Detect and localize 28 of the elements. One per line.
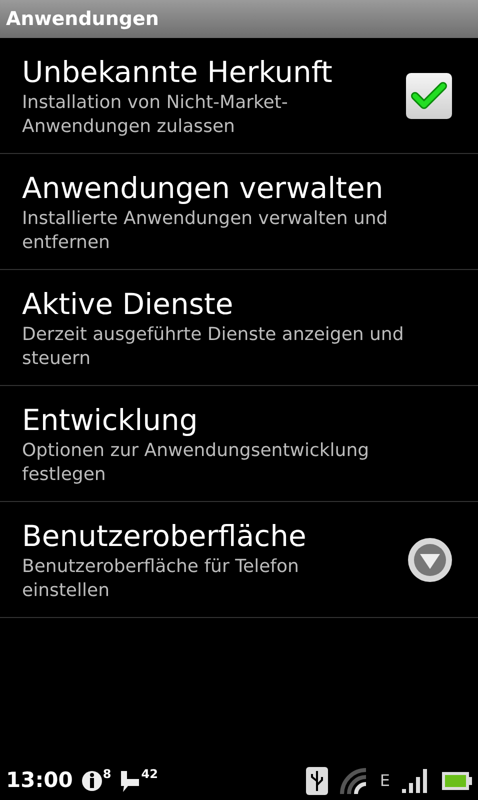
wifi-icon [340,768,368,794]
clock-time: 13:00 [6,767,73,794]
item-title: Entwicklung [22,402,199,438]
usb-icon [306,767,328,795]
settings-item[interactable]: Aktive Dienste Derzeit ausgeführte Dienste anzeigen und steuern [0,270,478,386]
message-icon [119,768,142,794]
item-summary: Installation von Nicht-Market-Anwendungen zulassen [22,90,289,138]
settings-item[interactable]: Anwendungen verwalten Installierte Anwendungen verwalten und entfernen [0,154,478,270]
dropdown-icon[interactable] [408,538,452,582]
info-icon [80,768,103,794]
window-title: Anwendungen [6,6,159,32]
item-title: Unbekannte Herkunft [22,54,334,90]
network-type: E [380,770,390,792]
item-summary: Optionen zur Anwendungsentwicklung festlegen [22,438,370,486]
message-count: 42 [141,768,158,780]
item-summary: Installierte Anwendungen verwalten und entfernen [22,206,389,254]
item-title: Benutzeroberfläche [22,518,308,554]
settings-item[interactable]: Benutzeroberfläche Benutzeroberfläche für Telefon einstellen [0,502,478,618]
item-summary: Derzeit ausgeführte Dienste anzeigen und steuern [22,322,405,370]
signal-icon [402,769,430,793]
battery-icon [442,772,472,790]
item-title: Anwendungen verwalten [22,170,384,206]
notification-count: 8 [102,768,112,780]
item-title: Aktive Dienste [22,286,234,322]
settings-item[interactable]: Entwicklung Optionen zur Anwendungsentwicklung festlegen [0,386,478,502]
item-summary: Benutzeroberfläche für Telefon einstellen [22,554,300,602]
settings-item[interactable]: Unbekannte Herkunft Installation von Nicht-Market-Anwendungen zulassen [0,38,478,154]
checkbox[interactable] [406,72,452,118]
